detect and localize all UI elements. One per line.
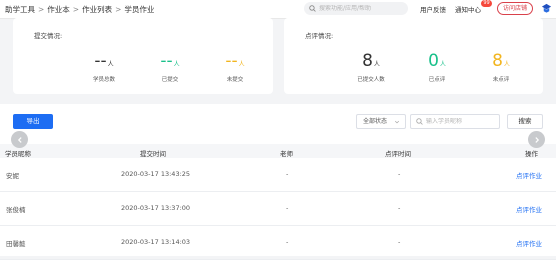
table-row: 张俊楠 2020-03-17 13:37:00 - - 点评作业 <box>0 192 556 226</box>
stat-not-submitted: --人 未提交 <box>215 51 255 84</box>
stat-unit: 人 <box>439 61 446 68</box>
review-time: - <box>398 204 401 212</box>
stat-label: 未提交 <box>226 77 244 83</box>
stat-label: 学员总数 <box>92 77 115 83</box>
stat-value: 0 <box>428 51 439 71</box>
stat-reviewed: 0人 已点评 <box>417 51 457 84</box>
teacher: - <box>286 170 289 178</box>
teacher: - <box>286 204 289 212</box>
scroll-right-button[interactable] <box>528 131 545 148</box>
search-icon <box>309 5 316 12</box>
breadcrumb-separator: > <box>38 5 45 14</box>
chevron-left-icon <box>17 136 22 143</box>
review-time: - <box>398 170 401 178</box>
table-row: 田馨懿 2020-03-17 13:14:03 - - 点评作业 <box>0 226 556 260</box>
review-stats-card: 点评情况: 8人 已提交人数 0人 已点评 8人 未点评 <box>284 18 543 94</box>
stat-value: 8 <box>362 51 373 71</box>
stat-label: 已提交 <box>161 77 179 83</box>
column-header-review-time: 点评时间 <box>385 150 411 158</box>
homework-list-panel: 导出 全部状态 搜索 学员昵称 提交时间 老师 点评时间 操作 安妮 2020-… <box>0 104 556 260</box>
teacher: - <box>286 238 289 246</box>
column-header-teacher: 老师 <box>280 150 293 158</box>
stat-total-students: --人 学员总数 <box>84 51 124 84</box>
table-row: 安妮 2020-03-17 13:43:25 - - 点评作业 <box>0 158 556 192</box>
stat-submitted: --人 已提交 <box>150 51 190 84</box>
review-stats-title: 点评情况: <box>305 32 334 40</box>
visit-store-button[interactable]: 访问店铺 <box>497 2 533 15</box>
chevron-right-icon <box>534 136 539 143</box>
search-icon <box>416 118 423 125</box>
stat-not-reviewed: 8人 未点评 <box>481 51 521 84</box>
review-time: - <box>398 238 401 246</box>
column-header-submit-time: 提交时间 <box>140 150 166 158</box>
review-homework-link[interactable]: 点评作业 <box>516 238 542 248</box>
search-button[interactable]: 搜索 <box>507 114 543 129</box>
stat-unit: 人 <box>503 61 510 68</box>
submission-stats-card: 提交情况: --人 学员总数 --人 已提交 --人 未提交 <box>13 18 273 94</box>
breadcrumb-item-student-homework: 学员作业 <box>124 5 155 14</box>
notice-center-link[interactable]: 通知中心 <box>455 4 481 14</box>
stat-submitted-count: 8人 已提交人数 <box>351 51 391 84</box>
stat-value: -- <box>160 51 173 71</box>
feedback-link[interactable]: 用户反馈 <box>420 4 446 14</box>
table-header: 学员昵称 提交时间 老师 点评时间 操作 <box>0 144 556 158</box>
notice-badge: 99 <box>481 0 492 7</box>
column-header-nickname: 学员昵称 <box>5 150 31 158</box>
stat-unit: 人 <box>173 61 180 68</box>
chevron-down-icon <box>394 120 400 124</box>
breadcrumb: 助学工具 > 作业本 > 作业列表 > 学员作业 <box>5 4 154 15</box>
student-name: 张俊楠 <box>6 206 26 214</box>
stat-label: 未点评 <box>492 77 510 83</box>
student-search-input[interactable] <box>423 118 496 125</box>
stat-value: -- <box>225 51 238 71</box>
stat-unit: 人 <box>238 61 245 68</box>
stat-unit: 人 <box>107 61 114 68</box>
breadcrumb-item-tools[interactable]: 助学工具 <box>5 5 35 14</box>
submission-stats-title: 提交情况: <box>34 32 63 40</box>
review-homework-link[interactable]: 点评作业 <box>516 170 542 180</box>
breadcrumb-item-homework-book[interactable]: 作业本 <box>47 5 70 14</box>
breadcrumb-separator: > <box>72 5 80 14</box>
student-name: 田馨懿 <box>6 240 26 248</box>
status-select-value: 全部状态 <box>363 118 388 125</box>
submit-time: 2020-03-17 13:14:03 <box>121 238 191 246</box>
scroll-left-button[interactable] <box>11 131 28 148</box>
status-select[interactable]: 全部状态 <box>356 114 406 129</box>
top-bar: 助学工具>作业本>作业列表>学员作业 用户反馈 通知中心 99 访问店铺 <box>0 0 556 19</box>
brand-logo-icon[interactable] <box>541 3 552 14</box>
breadcrumb-item-homework-list[interactable]: 作业列表 <box>82 5 112 14</box>
stat-label: 已点评 <box>428 77 446 83</box>
submit-time: 2020-03-17 13:37:00 <box>121 204 191 212</box>
review-homework-link[interactable]: 点评作业 <box>516 204 542 214</box>
global-search[interactable] <box>304 2 408 15</box>
stat-value: -- <box>94 51 107 71</box>
column-header-action: 操作 <box>525 150 538 158</box>
global-search-input[interactable] <box>316 5 399 12</box>
submit-time: 2020-03-17 13:43:25 <box>121 170 191 178</box>
export-button[interactable]: 导出 <box>13 114 53 129</box>
student-name: 安妮 <box>6 172 19 180</box>
breadcrumb-separator: > <box>115 5 122 14</box>
student-search-field[interactable] <box>410 114 500 129</box>
stat-value: 8 <box>492 51 503 71</box>
stat-unit: 人 <box>373 61 380 68</box>
stat-label: 已提交人数 <box>357 77 385 83</box>
